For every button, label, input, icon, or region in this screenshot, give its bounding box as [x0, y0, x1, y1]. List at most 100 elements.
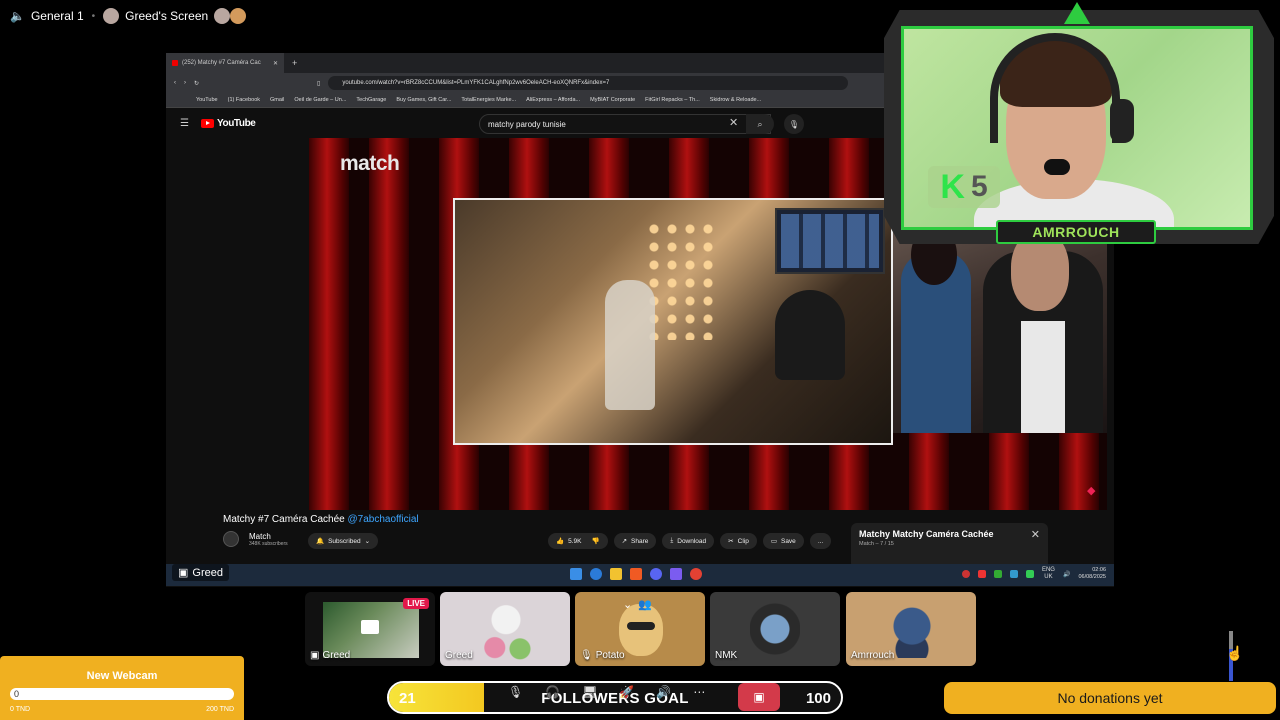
new-tab-icon[interactable]: + — [292, 58, 297, 68]
download-button[interactable]: ⤓ Download — [662, 533, 715, 549]
tile-label: ▣ Greed — [310, 650, 350, 661]
close-tab-icon[interactable]: ✕ — [273, 60, 278, 67]
forward-icon[interactable]: › — [184, 80, 186, 86]
bookmark-icon[interactable]: ▯ — [317, 80, 320, 87]
like-button[interactable]: 👍 5.9K 👎 — [548, 533, 608, 549]
voice-channel[interactable]: 🔈 General 1 — [10, 9, 84, 23]
avatar — [103, 8, 120, 24]
bookmark-item[interactable]: Skidrow & Reloade... — [710, 97, 761, 103]
youtube-search-input[interactable]: matchy parody tunisie — [479, 114, 771, 134]
bookmark-item[interactable]: FitGirl Repacks – Th... — [645, 97, 700, 103]
live-badge: LIVE — [403, 598, 429, 609]
kick-logo: K — [940, 168, 965, 206]
url-field[interactable]: youtube.com/watch?v=rBRZ8cCCUM&list=PLmY… — [328, 76, 849, 90]
like-count: 5.9K — [568, 537, 582, 545]
playlist-position: Match – 7 / 15 — [859, 541, 894, 547]
headset — [990, 33, 1120, 143]
tray-icon[interactable] — [1025, 570, 1034, 578]
more-options-icon[interactable]: ⋯ — [693, 685, 705, 699]
tray-icon[interactable] — [993, 570, 1002, 578]
bookmark-item[interactable]: TotalEnergies Marke... — [461, 97, 516, 103]
tv-screen — [775, 208, 885, 274]
youtube-favicon-icon — [172, 60, 178, 66]
bookmark-item[interactable]: MyBIAT Corporate — [590, 97, 635, 103]
screen-share-icon: ▣ — [310, 650, 320, 661]
participant-tile-greed[interactable]: Greed — [440, 592, 570, 666]
tray-icon[interactable] — [977, 570, 986, 578]
close-icon[interactable]: ✕ — [1031, 528, 1040, 541]
browser-tab[interactable]: (252) Matchy #7 Caméra Cac ✕ — [166, 53, 284, 73]
playlist-title[interactable]: Matchy Matchy Caméra Cachée — [859, 529, 1040, 539]
channel-handle-link[interactable]: @7abchaofficial — [348, 514, 419, 525]
curtain — [369, 138, 409, 510]
windows-taskbar: ENG UK 🔊 02:06 06/08/2025 — [166, 564, 1114, 586]
tile-label: 🎙 Potato — [580, 650, 625, 661]
youtube-logo[interactable]: YouTube — [200, 118, 256, 129]
search-button[interactable]: ⌕ — [746, 114, 774, 134]
taskbar-clock[interactable]: 02:06 06/08/2025 — [1078, 567, 1106, 581]
chevron-down-icon[interactable]: ⌄ — [623, 598, 632, 611]
system-tray: ENG UK 🔊 02:06 06/08/2025 — [961, 567, 1106, 581]
viewer-avatar — [230, 8, 247, 24]
soundboard-icon[interactable]: 🔊 — [656, 685, 671, 699]
app-icon[interactable] — [670, 568, 682, 580]
muted-mic-icon: 🎙 — [580, 650, 593, 661]
bookmark-item[interactable]: Gmail — [270, 97, 284, 103]
users-icon[interactable]: 👥 — [638, 598, 652, 611]
participant-tile-greed-stream[interactable]: LIVE ▣ Greed — [305, 592, 435, 666]
language-indicator[interactable]: ENG UK — [1042, 567, 1055, 581]
channel-avatar[interactable] — [223, 531, 239, 547]
save-button[interactable]: ▭ Save — [762, 533, 804, 549]
bookmark-item[interactable]: AliExpress – Afforda... — [526, 97, 580, 103]
search-icon: ⌕ — [757, 118, 763, 129]
reload-icon[interactable]: ↻ — [194, 80, 199, 87]
participant-tile-potato[interactable]: ⌄ 👥 🎙 Potato — [575, 592, 705, 666]
microphone-icon[interactable]: 🎙 — [508, 685, 523, 699]
chevron-down-icon: ⌄ — [364, 538, 371, 545]
participant-tile-nmk[interactable]: NMK — [710, 592, 840, 666]
donation-goal-title: New Webcam — [86, 670, 158, 682]
thumbs-down-icon[interactable]: 👎 — [591, 537, 599, 545]
participant-name: NMK — [715, 650, 738, 661]
voice-channel-bar: 🔈 General 1 • Greed's Screen — [0, 0, 600, 32]
clear-search-icon[interactable]: ✕ — [729, 116, 738, 129]
chrome-icon[interactable] — [690, 568, 702, 580]
bookmark-item[interactable]: YouTube — [196, 97, 218, 103]
subscribed-label: Subscribed — [328, 537, 361, 545]
video-actions: 👍 5.9K 👎 ↗ Share ⤓ Download ✂ Clip ▭ Sav… — [548, 533, 832, 549]
back-icon[interactable]: ‹ — [174, 80, 176, 86]
deafen-icon[interactable]: 🎧 — [545, 685, 560, 699]
bookmark-item[interactable]: (1) Facebook — [228, 97, 260, 103]
participant-name: Greed — [445, 650, 473, 661]
channel-watermark-icon[interactable]: ◆ — [1087, 484, 1095, 497]
donation-goal-widget: New Webcam 0 0 TND 200 TND — [0, 656, 244, 720]
tray-icon[interactable] — [961, 570, 970, 578]
share-button[interactable]: ↗ Share — [613, 533, 657, 549]
voice-search-button[interactable]: 🎙 — [784, 114, 804, 134]
more-button[interactable]: ... — [809, 533, 832, 549]
volume-icon[interactable]: 🔊 — [1063, 571, 1070, 578]
clip-button[interactable]: ✂ Clip — [720, 533, 757, 549]
leave-call-button[interactable]: ▣ — [738, 683, 780, 711]
activity-icon[interactable]: 🚀 — [619, 685, 634, 699]
tray-icon[interactable] — [1009, 570, 1018, 578]
bookmark-item[interactable]: TechGarage — [356, 97, 386, 103]
brave-icon[interactable] — [630, 568, 642, 580]
participant-tile-amrrouch[interactable]: Amrrouch — [846, 592, 976, 666]
latest-donation-banner: No donations yet — [944, 682, 1276, 714]
channel-row: Match 348K subscribers — [223, 531, 288, 547]
playlist-panel[interactable]: Matchy Matchy Caméra Cachée Match – 7 / … — [851, 523, 1048, 569]
seated-person — [775, 290, 845, 380]
file-explorer-icon[interactable] — [610, 568, 622, 580]
windows-start-icon[interactable] — [570, 568, 582, 580]
hamburger-menu-icon[interactable]: ☰ — [180, 118, 189, 129]
edge-icon[interactable] — [590, 568, 602, 580]
screen-share-title[interactable]: Greed's Screen — [103, 8, 247, 24]
save-icon: ▭ — [770, 538, 777, 545]
discord-icon[interactable] — [650, 568, 662, 580]
channel-name[interactable]: Match — [249, 532, 288, 541]
bookmark-item[interactable]: Buy Games, Gift Car... — [396, 97, 451, 103]
subscribed-button[interactable]: 🔔 Subscribed ⌄ — [308, 533, 379, 549]
screen-share-icon[interactable]: 🖥 — [582, 685, 597, 699]
bookmark-item[interactable]: Oeil de Garde – Un... — [294, 97, 346, 103]
